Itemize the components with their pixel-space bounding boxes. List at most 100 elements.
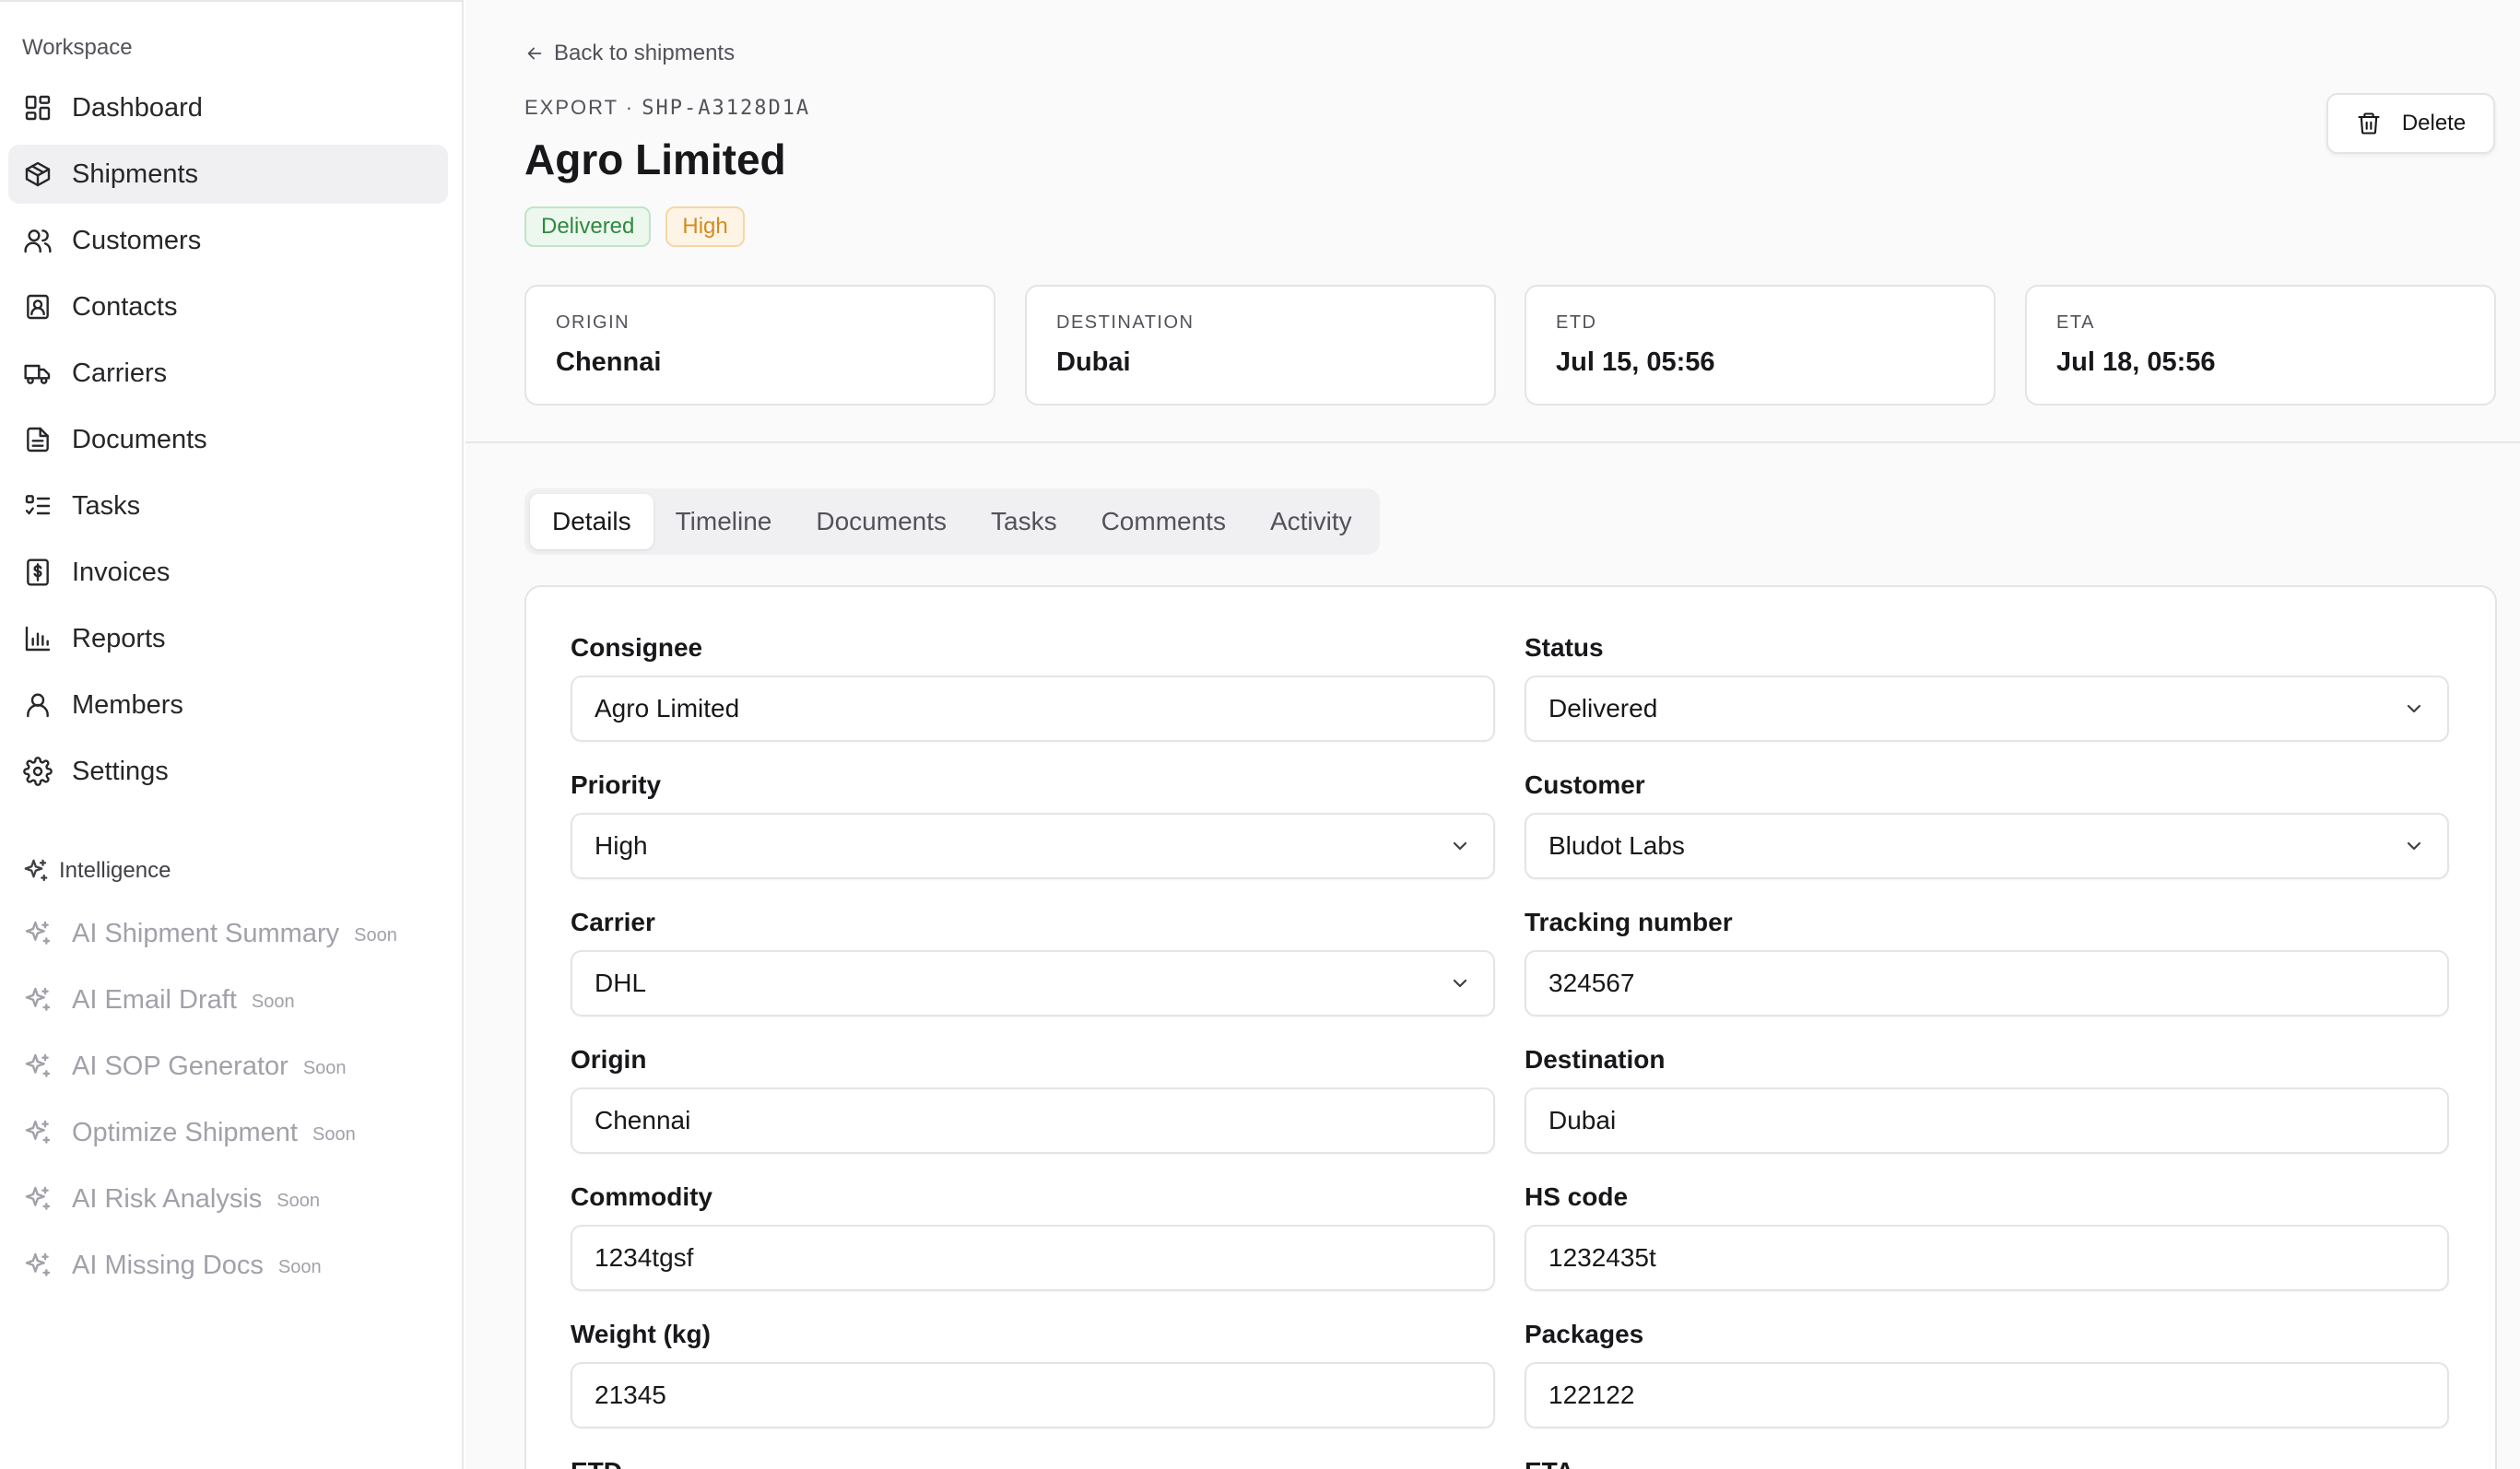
sidebar-item-ai-email-draft[interactable]: AI Email Draft Soon — [8, 970, 448, 1029]
destination-input[interactable]: Dubai — [1525, 1087, 2449, 1154]
dashboard-icon — [22, 92, 53, 123]
sidebar-item-label: Dashboard — [72, 92, 203, 123]
sidebar-item-reports[interactable]: Reports — [8, 609, 448, 668]
etd-field: ETD — [571, 1457, 1495, 1469]
sparkles-icon — [22, 918, 53, 949]
field-label: Weight (kg) — [571, 1320, 711, 1348]
sparkles-icon — [22, 1051, 53, 1082]
consignee-field: Consignee Agro Limited — [571, 633, 1495, 742]
trash-icon — [2358, 112, 2380, 135]
sidebar-item-label: Settings — [72, 756, 169, 786]
stat-label: ETD — [1556, 312, 1597, 333]
sidebar-item-shipments[interactable]: Shipments — [8, 145, 448, 204]
package-icon — [22, 159, 53, 190]
field-label: Customer — [1525, 770, 1645, 799]
chevron-down-icon — [2407, 704, 2421, 713]
checklist-icon — [22, 490, 53, 522]
truck-icon — [22, 358, 53, 389]
sidebar-item-settings[interactable]: Settings — [8, 742, 448, 801]
sidebar-item-label: Shipments — [72, 159, 199, 189]
weight-input[interactable]: 21345 — [571, 1362, 1495, 1428]
sparkles-icon — [22, 1183, 53, 1215]
tab-documents[interactable]: Documents — [794, 494, 969, 549]
delete-button[interactable]: Delete — [2326, 93, 2495, 154]
sidebar-item-label: Tasks — [72, 490, 141, 521]
field-label: Status — [1525, 633, 1604, 662]
field-label: ETA — [1525, 1457, 2449, 1469]
sparkles-icon — [22, 1250, 53, 1281]
carrier-select[interactable]: DHL — [571, 950, 1495, 1017]
detail-tabs: Details Timeline Documents Tasks Comment… — [524, 488, 1380, 555]
sidebar-item-carriers[interactable]: Carriers — [8, 344, 448, 403]
sidebar-item-ai-sop-generator[interactable]: AI SOP Generator Soon — [8, 1037, 448, 1096]
field-label: Destination — [1525, 1045, 1666, 1074]
sidebar-item-contacts[interactable]: Contacts — [8, 277, 448, 336]
shipment-header: Back to shipments EXPORT · SHP-A3128D1A … — [465, 0, 2520, 443]
customer-select[interactable]: Bludot Labs — [1525, 813, 2449, 879]
sidebar-item-invoices[interactable]: Invoices — [8, 543, 448, 602]
sidebar-item-ai-risk-analysis[interactable]: AI Risk Analysis Soon — [8, 1169, 448, 1228]
intelligence-group-label: Intelligence — [22, 857, 171, 885]
sidebar-item-tasks[interactable]: Tasks — [8, 476, 448, 535]
stat-label: ETA — [2056, 312, 2095, 333]
sidebar-item-members[interactable]: Members — [8, 676, 448, 734]
document-icon — [22, 424, 53, 455]
tab-comments[interactable]: Comments — [1079, 494, 1248, 549]
shipment-details-form: Consignee Agro Limited Status Delivered … — [524, 585, 2497, 1469]
users-icon — [22, 225, 53, 256]
back-to-shipments-link[interactable]: Back to shipments — [524, 41, 735, 66]
destination-card: DESTINATION Dubai — [1025, 285, 1496, 405]
stat-value: Jul 18, 05:56 — [2056, 347, 2216, 377]
etd-card: ETD Jul 15, 05:56 — [1525, 285, 1996, 405]
field-label: Carrier — [571, 908, 655, 936]
field-label: HS code — [1525, 1182, 1629, 1211]
status-select[interactable]: Delivered — [1525, 676, 2449, 742]
sidebar-item-ai-shipment-summary[interactable]: AI Shipment Summary Soon — [8, 904, 448, 963]
sidebar-item-label: AI Missing Docs — [72, 1250, 264, 1280]
gear-icon — [22, 756, 53, 787]
shipment-eyebrow: EXPORT · SHP-A3128D1A — [524, 96, 810, 120]
tab-tasks[interactable]: Tasks — [969, 494, 1079, 549]
sidebar-item-label: Invoices — [72, 557, 171, 587]
sidebar-item-optimize-shipment[interactable]: Optimize Shipment Soon — [8, 1103, 448, 1162]
sidebar-item-customers[interactable]: Customers — [8, 211, 448, 270]
field-label: Tracking number — [1525, 908, 1733, 936]
tracking-number-input[interactable]: 324567 — [1525, 950, 2449, 1017]
chevron-down-icon — [1453, 979, 1467, 988]
tab-timeline[interactable]: Timeline — [654, 494, 795, 549]
priority-badge: High — [665, 206, 745, 247]
sparkles-icon — [22, 984, 53, 1016]
carrier-field: Carrier DHL — [571, 908, 1495, 1017]
bar-chart-icon — [22, 623, 53, 654]
field-label: Consignee — [571, 633, 703, 662]
sidebar-item-label: AI SOP Generator — [72, 1051, 289, 1081]
sidebar-item-documents[interactable]: Documents — [8, 410, 448, 469]
stat-value: Dubai — [1056, 347, 1131, 377]
sidebar: Workspace Dashboard Shipments Customers … — [0, 0, 464, 1469]
sidebar-item-dashboard[interactable]: Dashboard — [8, 78, 448, 137]
sidebar-item-label: Customers — [72, 225, 202, 255]
shipment-type: EXPORT · — [524, 96, 635, 119]
sidebar-item-label: Members — [72, 689, 183, 720]
consignee-input[interactable]: Agro Limited — [571, 676, 1495, 742]
sidebar-item-ai-missing-docs[interactable]: AI Missing Docs Soon — [8, 1236, 448, 1295]
stat-label: DESTINATION — [1056, 312, 1195, 333]
tab-details[interactable]: Details — [530, 494, 654, 549]
status-badge: Delivered — [524, 206, 652, 247]
soon-badge: Soon — [312, 1123, 356, 1145]
sidebar-item-label: Optimize Shipment — [72, 1117, 298, 1147]
hs-code-input[interactable]: 1232435t — [1525, 1225, 2449, 1291]
user-icon — [22, 689, 53, 721]
stat-value: Jul 15, 05:56 — [1556, 347, 1715, 377]
tab-activity[interactable]: Activity — [1248, 494, 1374, 549]
stat-value: Chennai — [556, 347, 662, 377]
priority-select[interactable]: High — [571, 813, 1495, 879]
packages-field: Packages 122122 — [1525, 1320, 2449, 1428]
dollar-receipt-icon — [22, 557, 53, 588]
sidebar-item-label: Contacts — [72, 291, 178, 322]
origin-input[interactable]: Chennai — [571, 1087, 1495, 1154]
packages-input[interactable]: 122122 — [1525, 1362, 2449, 1428]
commodity-input[interactable]: 1234tgsf — [571, 1225, 1495, 1291]
field-label: Origin — [571, 1045, 647, 1074]
status-badges: Delivered High — [524, 206, 745, 247]
